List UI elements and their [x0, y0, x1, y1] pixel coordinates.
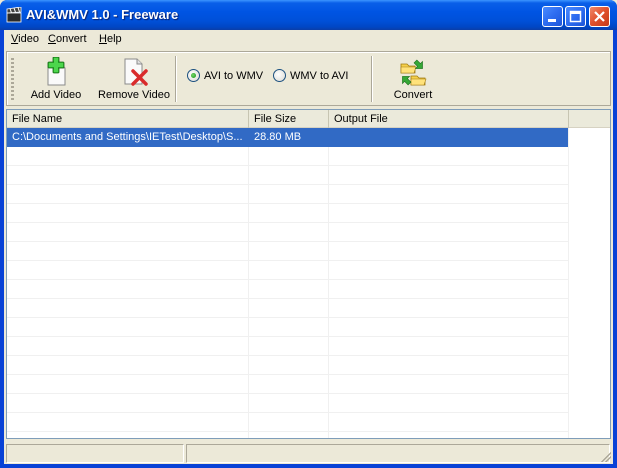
title-bar[interactable]: AVI&WMV 1.0 - Freeware	[0, 0, 617, 30]
close-icon	[594, 11, 605, 22]
table-row	[7, 147, 568, 166]
menu-video-rest: ideo	[18, 33, 39, 45]
resize-grip[interactable]	[599, 450, 611, 462]
remove-video-label: Remove Video	[98, 89, 170, 101]
table-row	[7, 356, 568, 375]
table-row	[7, 166, 568, 185]
menu-help-key: H	[99, 33, 107, 45]
convert-folders-icon	[400, 59, 427, 86]
menu-help-rest: elp	[106, 33, 122, 45]
table-row	[7, 318, 568, 337]
avi-to-wmv-radio[interactable]	[187, 69, 200, 82]
table-row	[7, 223, 568, 242]
menu-convert-key: C	[48, 33, 56, 45]
remove-video-button[interactable]: Remove Video	[97, 55, 171, 103]
avi-to-wmv-option[interactable]: AVI to WMV	[187, 69, 263, 82]
maximize-icon	[569, 10, 582, 23]
convert-button[interactable]: Convert	[385, 55, 441, 103]
list-body: C:\Documents and Settings\IETest\Desktop…	[7, 128, 610, 438]
app-window: AVI&WMV 1.0 - Freeware Video Convert Hel…	[0, 0, 617, 468]
table-row	[7, 242, 568, 261]
wmv-to-avi-option[interactable]: WMV to AVI	[273, 69, 348, 82]
status-panel-right	[186, 444, 610, 463]
grid-line	[568, 128, 569, 438]
menu-help[interactable]: Help	[99, 33, 122, 45]
wmv-to-avi-label: WMV to AVI	[290, 69, 349, 82]
column-header-file-size[interactable]: File Size	[249, 110, 329, 128]
table-row	[7, 337, 568, 356]
table-row	[7, 261, 568, 280]
table-row	[7, 394, 568, 413]
menu-convert[interactable]: Convert	[48, 33, 87, 45]
menu-bar: Video Convert Help	[4, 30, 613, 50]
video-clapper-icon	[6, 7, 22, 23]
table-row	[7, 375, 568, 394]
add-video-icon	[47, 57, 66, 86]
remove-video-icon	[124, 58, 148, 86]
toolbar: Add Video Remove Video AVI to WMV WMV to…	[6, 51, 611, 106]
maximize-button[interactable]	[565, 6, 586, 27]
window-title: AVI&WMV 1.0 - Freeware	[26, 7, 179, 22]
list-header: File Name File Size Output File	[7, 110, 610, 128]
convert-label: Convert	[393, 89, 433, 101]
table-row	[7, 204, 568, 223]
file-list[interactable]: File Name File Size Output File C:\Docum…	[6, 109, 611, 439]
cell-file-name: C:\Documents and Settings\IETest\Desktop…	[12, 131, 243, 143]
cell-file-size: 28.80 MB	[254, 131, 302, 143]
avi-to-wmv-label: AVI to WMV	[204, 69, 264, 82]
minimize-button[interactable]	[542, 6, 563, 27]
status-bar	[4, 442, 613, 464]
minimize-icon	[548, 19, 556, 22]
column-header-output-file[interactable]: Output File	[329, 110, 569, 128]
status-panel-left	[6, 444, 184, 463]
wmv-to-avi-radio[interactable]	[273, 69, 286, 82]
menu-video[interactable]: Video	[11, 33, 39, 45]
add-video-label: Add Video	[30, 89, 82, 101]
add-video-button[interactable]: Add Video	[23, 55, 89, 103]
table-row	[7, 413, 568, 432]
toolbar-grip[interactable]	[11, 58, 14, 102]
table-row	[7, 299, 568, 318]
table-row	[7, 280, 568, 299]
client-area: Video Convert Help Add Video Remove Vide…	[4, 30, 613, 464]
column-header-file-name[interactable]: File Name	[7, 110, 249, 128]
toolbar-separator	[371, 56, 373, 102]
menu-convert-rest: onvert	[55, 33, 87, 45]
toolbar-separator	[175, 56, 177, 102]
table-row	[7, 185, 568, 204]
close-button[interactable]	[589, 6, 610, 27]
selected-row-highlight: C:\Documents and Settings\IETest\Desktop…	[7, 128, 568, 147]
table-row[interactable]: C:\Documents and Settings\IETest\Desktop…	[7, 128, 568, 147]
